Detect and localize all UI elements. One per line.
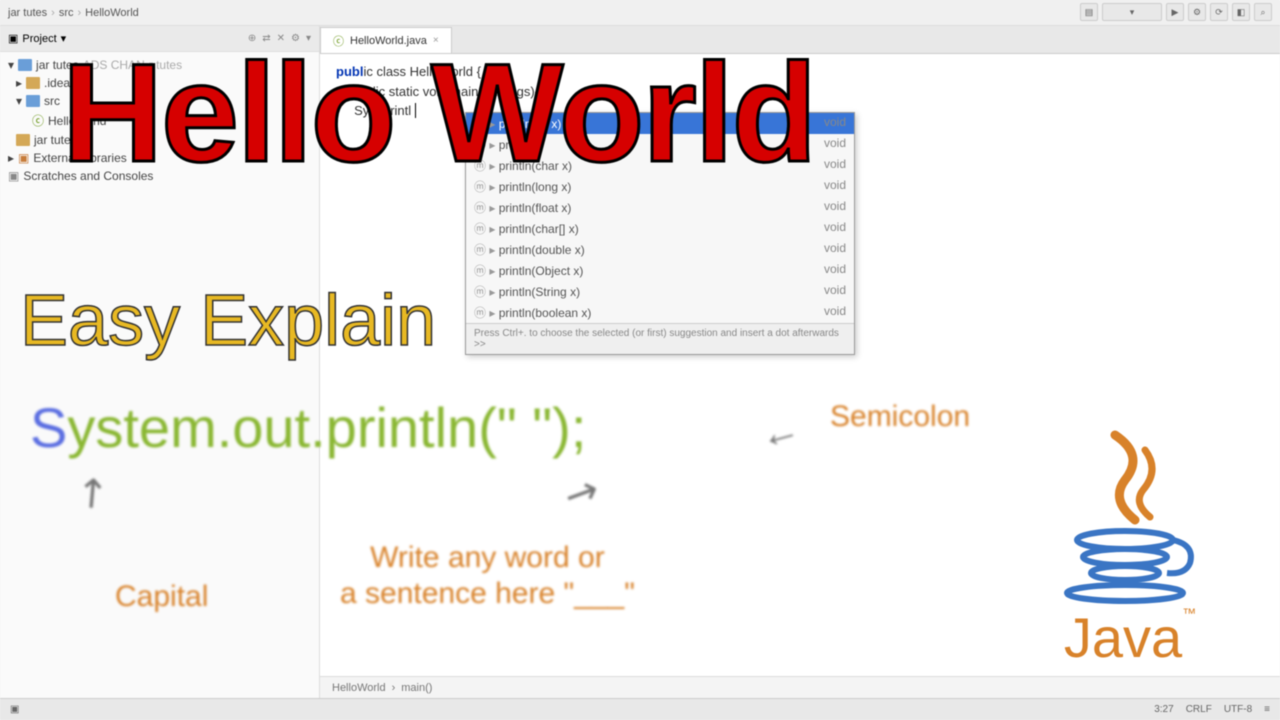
rerun-icon[interactable]: ⟳ xyxy=(1210,3,1228,21)
overlay-code-explain: System.out.println(" "); xyxy=(30,395,586,460)
debug-icon[interactable]: ⚙ xyxy=(1188,3,1206,21)
statusbar: ▣ 3:27 CRLF UTF-8 ≡ xyxy=(0,698,1280,720)
code-semicolon: ; xyxy=(571,396,587,459)
status-method[interactable]: main() xyxy=(401,682,432,694)
code-capital-s: S xyxy=(30,396,67,459)
bc-sep: › xyxy=(77,7,81,19)
annotation-semicolon: Semicolon xyxy=(830,400,970,434)
java-logo: Java™ xyxy=(1020,390,1240,670)
bc-item[interactable]: HelloWorld xyxy=(85,7,139,19)
build-icon[interactable]: ▤ xyxy=(1080,3,1098,21)
run-config-dropdown[interactable]: ▾ xyxy=(1102,3,1162,21)
layout-icon[interactable]: ◧ xyxy=(1232,3,1250,21)
overlay-title-easy: Easy Explain xyxy=(20,280,436,362)
indent-icon[interactable]: ≡ xyxy=(1264,704,1270,715)
java-cup-icon xyxy=(1055,425,1205,605)
status-left-icon[interactable]: ▣ xyxy=(10,704,19,715)
breadcrumb: jar tutes › src › HelloWorld ▤ ▾ ▶ ⚙ ⟳ ◧… xyxy=(0,0,1280,26)
line-ending[interactable]: CRLF xyxy=(1186,704,1212,715)
ac-item[interactable]: ⓜ ▸ println(boolean x)void xyxy=(466,302,854,323)
ac-item[interactable]: ⓜ ▸ println(String x)void xyxy=(466,281,854,302)
bc-item[interactable]: jar tutes xyxy=(8,7,47,19)
annotation-sentence: Write any word ora sentence here "___" xyxy=(340,540,635,612)
ac-item[interactable]: ⓜ ▸ println(Object x)void xyxy=(466,260,854,281)
java-wordmark: Java™ xyxy=(1064,605,1196,670)
ac-item[interactable]: ⓜ ▸ println(double x)void xyxy=(466,239,854,260)
panel-title: Project xyxy=(22,33,56,45)
bc-sep: › xyxy=(51,7,55,19)
ac-item[interactable]: ⓜ ▸ println(char[] x)void xyxy=(466,218,854,239)
status-class[interactable]: HelloWorld xyxy=(332,682,386,694)
cursor-position[interactable]: 3:27 xyxy=(1154,704,1173,715)
ac-item[interactable]: ⓜ ▸ println(float x)void xyxy=(466,197,854,218)
encoding[interactable]: UTF-8 xyxy=(1224,704,1252,715)
annotation-capital: Capital xyxy=(115,580,208,614)
ac-hint: Press Ctrl+. to choose the selected (or … xyxy=(466,323,854,354)
editor-status: HelloWorld › main() xyxy=(320,676,1280,698)
toolbar-right: ▤ ▾ ▶ ⚙ ⟳ ◧ ⌕ xyxy=(1080,3,1272,21)
search-icon[interactable]: ⌕ xyxy=(1254,3,1272,21)
code-body: ystem.out.println(" ") xyxy=(67,396,570,459)
overlay-title-hello: Hello World xyxy=(62,32,815,194)
run-icon[interactable]: ▶ xyxy=(1166,3,1184,21)
bc-item[interactable]: src xyxy=(59,7,74,19)
folder-icon: ▣ xyxy=(8,32,18,45)
